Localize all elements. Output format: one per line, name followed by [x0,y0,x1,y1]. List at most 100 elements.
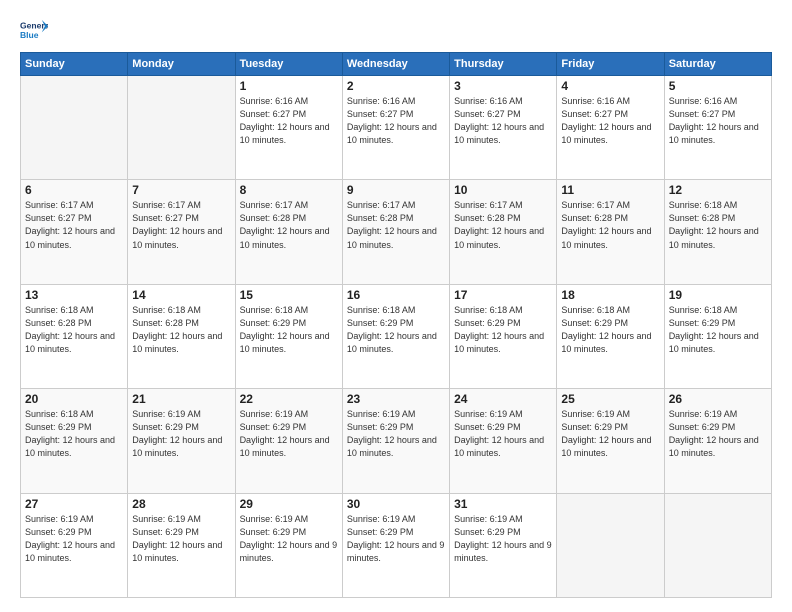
calendar-table: SundayMondayTuesdayWednesdayThursdayFrid… [20,52,772,598]
calendar-cell: 14 Sunrise: 6:18 AM Sunset: 6:28 PM Dayli… [128,284,235,388]
day-number: 28 [132,497,230,511]
day-info: Sunrise: 6:16 AM Sunset: 6:27 PM Dayligh… [347,95,445,147]
day-info: Sunrise: 6:18 AM Sunset: 6:28 PM Dayligh… [669,199,767,251]
day-number: 17 [454,288,552,302]
day-info: Sunrise: 6:19 AM Sunset: 6:29 PM Dayligh… [25,513,123,565]
day-number: 20 [25,392,123,406]
day-number: 21 [132,392,230,406]
day-number: 9 [347,183,445,197]
calendar-cell: 13 Sunrise: 6:18 AM Sunset: 6:28 PM Dayli… [21,284,128,388]
day-number: 13 [25,288,123,302]
day-number: 4 [561,79,659,93]
day-info: Sunrise: 6:16 AM Sunset: 6:27 PM Dayligh… [669,95,767,147]
calendar-cell: 7Sunrise: 6:17 AM Sunset: 6:27 PM Daylig… [128,180,235,284]
day-info: Sunrise: 6:18 AM Sunset: 6:29 PM Dayligh… [25,408,123,460]
day-info: Sunrise: 6:18 AM Sunset: 6:28 PM Dayligh… [132,304,230,356]
day-info: Sunrise: 6:18 AM Sunset: 6:29 PM Dayligh… [669,304,767,356]
day-number: 8 [240,183,338,197]
calendar-cell [21,76,128,180]
calendar-cell: 22Sunrise: 6:19 AM Sunset: 6:29 PM Dayli… [235,389,342,493]
weekday-header: Monday [128,53,235,76]
calendar-cell: 20 Sunrise: 6:18 AM Sunset: 6:29 PM Dayli… [21,389,128,493]
header: General Blue [20,18,772,42]
day-number: 6 [25,183,123,197]
day-number: 31 [454,497,552,511]
day-number: 14 [132,288,230,302]
calendar-cell: 26 Sunrise: 6:19 AM Sunset: 6:29 PM Dayli… [664,389,771,493]
calendar-cell: 30 Sunrise: 6:19 AM Sunset: 6:29 PM Dayli… [342,493,449,597]
day-info: Sunrise: 6:17 AM Sunset: 6:28 PM Dayligh… [454,199,552,251]
calendar-cell: 23Sunrise: 6:19 AM Sunset: 6:29 PM Dayli… [342,389,449,493]
calendar-cell: 29 Sunrise: 6:19 AM Sunset: 6:29 PM Dayli… [235,493,342,597]
day-info: Sunrise: 6:17 AM Sunset: 6:28 PM Dayligh… [561,199,659,251]
calendar-cell: 11 Sunrise: 6:17 AM Sunset: 6:28 PM Dayli… [557,180,664,284]
day-info: Sunrise: 6:18 AM Sunset: 6:29 PM Dayligh… [240,304,338,356]
calendar-cell: 15 Sunrise: 6:18 AM Sunset: 6:29 PM Dayli… [235,284,342,388]
day-number: 16 [347,288,445,302]
calendar-cell: 8 Sunrise: 6:17 AM Sunset: 6:28 PM Daylig… [235,180,342,284]
calendar-cell: 10 Sunrise: 6:17 AM Sunset: 6:28 PM Dayli… [450,180,557,284]
day-info: Sunrise: 6:17 AM Sunset: 6:28 PM Dayligh… [240,199,338,251]
day-number: 12 [669,183,767,197]
calendar-cell: 1 Sunrise: 6:16 AM Sunset: 6:27 PM Daylig… [235,76,342,180]
calendar-cell [557,493,664,597]
day-info: Sunrise: 6:18 AM Sunset: 6:29 PM Dayligh… [561,304,659,356]
calendar-cell: 28 Sunrise: 6:19 AM Sunset: 6:29 PM Dayli… [128,493,235,597]
day-info: Sunrise: 6:18 AM Sunset: 6:28 PM Dayligh… [25,304,123,356]
day-info: Sunrise: 6:19 AM Sunset: 6:29 PM Dayligh… [669,408,767,460]
calendar-cell: 2 Sunrise: 6:16 AM Sunset: 6:27 PM Daylig… [342,76,449,180]
day-number: 25 [561,392,659,406]
calendar-cell: 25Sunrise: 6:19 AM Sunset: 6:29 PM Dayli… [557,389,664,493]
calendar-cell: 12 Sunrise: 6:18 AM Sunset: 6:28 PM Dayli… [664,180,771,284]
calendar-cell: 24 Sunrise: 6:19 AM Sunset: 6:29 PM Dayli… [450,389,557,493]
calendar-cell: 19 Sunrise: 6:18 AM Sunset: 6:29 PM Dayli… [664,284,771,388]
weekday-header: Friday [557,53,664,76]
page: General Blue SundayMondayTuesdayWednesda… [0,0,792,612]
day-info: Sunrise: 6:16 AM Sunset: 6:27 PM Dayligh… [240,95,338,147]
day-number: 1 [240,79,338,93]
day-number: 18 [561,288,659,302]
day-info: Sunrise: 6:16 AM Sunset: 6:27 PM Dayligh… [561,95,659,147]
weekday-header: Wednesday [342,53,449,76]
calendar-cell [128,76,235,180]
day-number: 5 [669,79,767,93]
calendar-cell: 17 Sunrise: 6:18 AM Sunset: 6:29 PM Dayli… [450,284,557,388]
day-number: 29 [240,497,338,511]
day-number: 2 [347,79,445,93]
calendar-cell: 5 Sunrise: 6:16 AM Sunset: 6:27 PM Daylig… [664,76,771,180]
logo: General Blue [20,18,48,42]
day-info: Sunrise: 6:19 AM Sunset: 6:29 PM Dayligh… [347,408,445,460]
day-info: Sunrise: 6:19 AM Sunset: 6:29 PM Dayligh… [240,513,338,565]
day-number: 19 [669,288,767,302]
day-info: Sunrise: 6:19 AM Sunset: 6:29 PM Dayligh… [454,513,552,565]
day-number: 27 [25,497,123,511]
day-number: 3 [454,79,552,93]
svg-text:Blue: Blue [20,30,39,40]
weekday-header: Saturday [664,53,771,76]
calendar-cell: 6 Sunrise: 6:17 AM Sunset: 6:27 PM Daylig… [21,180,128,284]
day-number: 24 [454,392,552,406]
day-info: Sunrise: 6:19 AM Sunset: 6:29 PM Dayligh… [454,408,552,460]
day-number: 15 [240,288,338,302]
weekday-header: Tuesday [235,53,342,76]
weekday-header: Thursday [450,53,557,76]
day-info: Sunrise: 6:16 AM Sunset: 6:27 PM Dayligh… [454,95,552,147]
calendar-cell: 21Sunrise: 6:19 AM Sunset: 6:29 PM Dayli… [128,389,235,493]
day-number: 30 [347,497,445,511]
calendar-cell: 31 Sunrise: 6:19 AM Sunset: 6:29 PM Dayli… [450,493,557,597]
calendar-cell: 9 Sunrise: 6:17 AM Sunset: 6:28 PM Daylig… [342,180,449,284]
day-info: Sunrise: 6:19 AM Sunset: 6:29 PM Dayligh… [132,513,230,565]
logo-icon: General Blue [20,18,48,42]
day-info: Sunrise: 6:17 AM Sunset: 6:27 PM Dayligh… [25,199,123,251]
day-info: Sunrise: 6:18 AM Sunset: 6:29 PM Dayligh… [454,304,552,356]
calendar-cell: 3 Sunrise: 6:16 AM Sunset: 6:27 PM Daylig… [450,76,557,180]
day-info: Sunrise: 6:17 AM Sunset: 6:27 PM Dayligh… [132,199,230,251]
calendar-cell: 18 Sunrise: 6:18 AM Sunset: 6:29 PM Dayli… [557,284,664,388]
day-number: 10 [454,183,552,197]
day-number: 11 [561,183,659,197]
calendar-cell [664,493,771,597]
day-number: 26 [669,392,767,406]
day-info: Sunrise: 6:17 AM Sunset: 6:28 PM Dayligh… [347,199,445,251]
day-info: Sunrise: 6:18 AM Sunset: 6:29 PM Dayligh… [347,304,445,356]
day-info: Sunrise: 6:19 AM Sunset: 6:29 PM Dayligh… [347,513,445,565]
